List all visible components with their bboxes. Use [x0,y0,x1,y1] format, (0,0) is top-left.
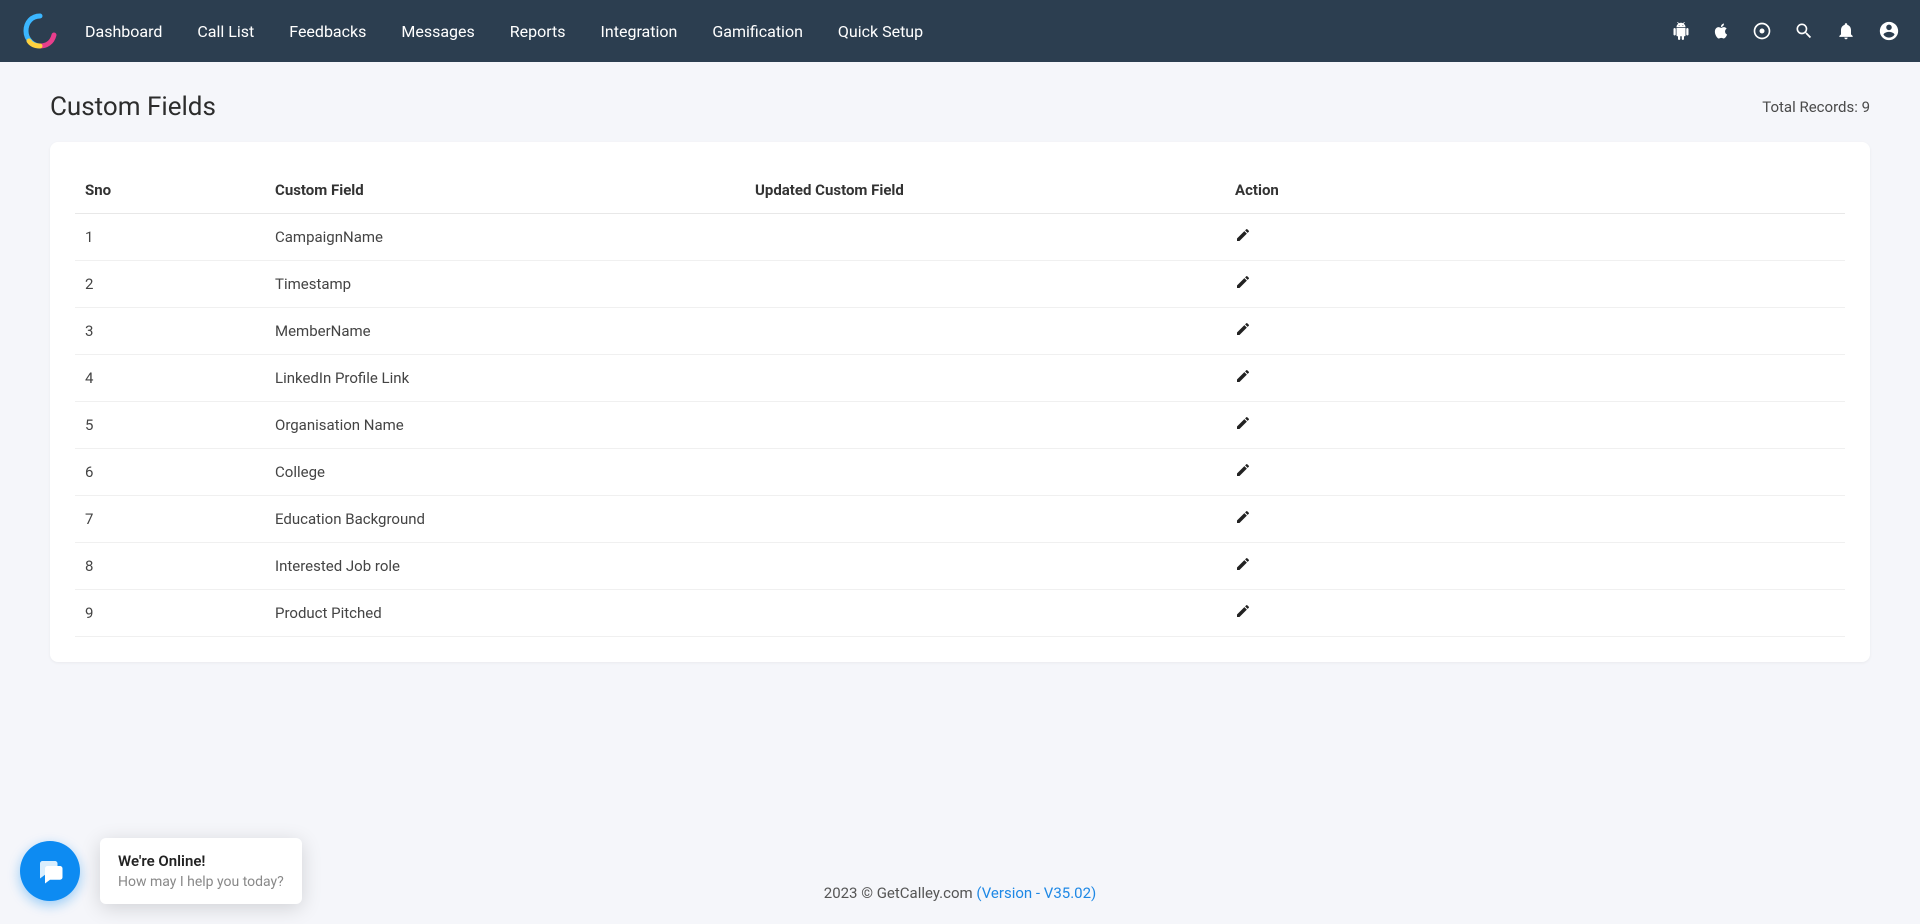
profile-icon[interactable] [1878,20,1900,42]
edit-icon[interactable] [1235,321,1251,337]
edit-icon[interactable] [1235,274,1251,290]
total-records: Total Records: 9 [1762,98,1870,116]
table-row: 4LinkedIn Profile Link [75,355,1845,402]
cell-sno: 2 [75,261,265,308]
edit-icon[interactable] [1235,509,1251,525]
cell-custom-field: Product Pitched [265,590,745,637]
cell-updated [745,261,1225,308]
footer-version[interactable]: (Version - V35.02) [976,884,1096,902]
cell-custom-field: College [265,449,745,496]
footer-copyright: 2023 © GetCalley.com [824,884,977,902]
nav-menu: Dashboard Call List Feedbacks Messages R… [85,22,1672,41]
table-row: 3MemberName [75,308,1845,355]
edit-icon[interactable] [1235,603,1251,619]
table-row: 1CampaignName [75,214,1845,261]
nav-icons [1672,20,1900,42]
cell-custom-field: Education Background [265,496,745,543]
cell-custom-field: CampaignName [265,214,745,261]
table-row: 9Product Pitched [75,590,1845,637]
edit-icon[interactable] [1235,227,1251,243]
cell-custom-field: Timestamp [265,261,745,308]
table-row: 2Timestamp [75,261,1845,308]
top-nav: Dashboard Call List Feedbacks Messages R… [0,0,1920,62]
cell-sno: 1 [75,214,265,261]
cell-sno: 3 [75,308,265,355]
table-row: 5Organisation Name [75,402,1845,449]
cell-custom-field: Interested Job role [265,543,745,590]
cell-action [1225,355,1845,402]
apple-icon[interactable] [1712,22,1730,40]
cell-custom-field: Organisation Name [265,402,745,449]
th-custom-field: Custom Field [265,167,745,214]
nav-reports[interactable]: Reports [510,22,566,41]
nav-dashboard[interactable]: Dashboard [85,22,162,41]
footer: 2023 © GetCalley.com (Version - V35.02) [0,884,1920,902]
cell-sno: 4 [75,355,265,402]
edit-icon[interactable] [1235,415,1251,431]
cell-sno: 9 [75,590,265,637]
cell-action [1225,402,1845,449]
cell-action [1225,261,1845,308]
cell-action [1225,590,1845,637]
content-card: Sno Custom Field Updated Custom Field Ac… [50,142,1870,662]
chat-title: We're Online! [118,852,284,870]
cell-sno: 8 [75,543,265,590]
cell-updated [745,214,1225,261]
bell-icon[interactable] [1836,21,1856,41]
cell-action [1225,496,1845,543]
cell-custom-field: MemberName [265,308,745,355]
cell-updated [745,496,1225,543]
th-updated: Updated Custom Field [745,167,1225,214]
cell-updated [745,355,1225,402]
edit-icon[interactable] [1235,556,1251,572]
page-title: Custom Fields [50,92,216,122]
support-icon[interactable] [1752,21,1772,41]
cell-sno: 7 [75,496,265,543]
nav-messages[interactable]: Messages [401,22,474,41]
table-row: 7Education Background [75,496,1845,543]
th-sno: Sno [75,167,265,214]
nav-quick-setup[interactable]: Quick Setup [838,22,923,41]
nav-call-list[interactable]: Call List [197,22,254,41]
cell-action [1225,449,1845,496]
cell-sno: 5 [75,402,265,449]
edit-icon[interactable] [1235,462,1251,478]
cell-updated [745,308,1225,355]
cell-action [1225,214,1845,261]
cell-action [1225,308,1845,355]
cell-updated [745,449,1225,496]
nav-gamification[interactable]: Gamification [712,22,803,41]
cell-updated [745,402,1225,449]
nav-feedbacks[interactable]: Feedbacks [289,22,366,41]
cell-action [1225,543,1845,590]
nav-integration[interactable]: Integration [601,22,678,41]
th-action: Action [1225,167,1845,214]
custom-fields-table: Sno Custom Field Updated Custom Field Ac… [75,167,1845,637]
cell-updated [745,543,1225,590]
cell-updated [745,590,1225,637]
page-header: Custom Fields Total Records: 9 [0,62,1920,142]
cell-custom-field: LinkedIn Profile Link [265,355,745,402]
cell-sno: 6 [75,449,265,496]
search-icon[interactable] [1794,21,1814,41]
android-icon[interactable] [1672,22,1690,40]
edit-icon[interactable] [1235,368,1251,384]
table-row: 8Interested Job role [75,543,1845,590]
app-logo[interactable] [20,11,60,51]
table-row: 6College [75,449,1845,496]
table-header-row: Sno Custom Field Updated Custom Field Ac… [75,167,1845,214]
